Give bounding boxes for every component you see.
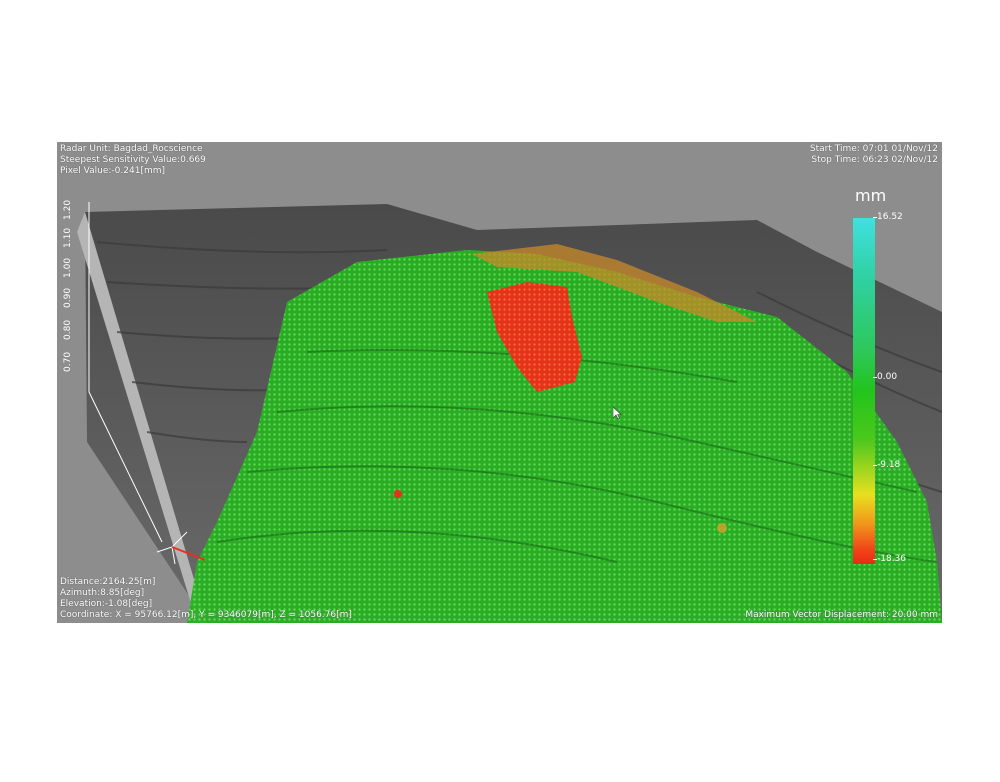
time-info-panel: Start Time: 07:01 01/Nov/12 Stop Time: 0… (810, 144, 938, 166)
azimuth-label: Azimuth:8.85[deg] (60, 588, 145, 598)
steepest-sensitivity-label: Steepest Sensitivity Value:0.669 (60, 155, 206, 165)
displacement-spot (717, 523, 727, 533)
radar-unit-label: Radar Unit: Bagdad_Rocscience (60, 144, 203, 154)
legend-min-label: -18.36 (872, 554, 907, 564)
terrain-scene[interactable] (57, 142, 942, 623)
distance-label: Distance:2164.25[m] (60, 577, 156, 587)
scale-label: 1.00 (63, 257, 73, 278)
legend-mid-negative-label: -9.18 (872, 460, 901, 470)
scale-label: 1.20 (63, 199, 73, 220)
scale-label: 0.70 (63, 351, 73, 372)
scale-label: 0.80 (63, 319, 73, 340)
pixel-value-label: Pixel Value:-0.241[mm] (60, 166, 165, 176)
scale-label: 1.10 (63, 227, 73, 248)
legend-zero-label: 0.00 (872, 372, 898, 382)
legend-color-bar (853, 218, 875, 564)
displacement-spot (394, 490, 402, 498)
coordinate-label: Coordinate: X = 95766.12[m], Y = 9346079… (60, 610, 352, 620)
stop-time-label: Stop Time: 06:23 02/Nov/12 (811, 155, 938, 165)
scale-label: 0.90 (63, 287, 73, 308)
mouse-pointer-icon (613, 407, 622, 420)
legend-max-label: 16.52 (873, 212, 903, 222)
start-time-label: Start Time: 07:01 01/Nov/12 (809, 144, 938, 154)
elevation-label: Elevation:-1.08[deg] (60, 599, 153, 609)
radar-3d-viewport[interactable]: 1.20 1.10 1.00 0.90 0.80 0.70 Radar Unit… (57, 142, 942, 623)
max-vector-label: Maximum Vector Displacement: 20.00 mm (745, 610, 938, 620)
location-info-panel: Distance:2164.25[m] Azimuth:8.85[deg] El… (60, 577, 352, 621)
legend-unit: mm (855, 186, 887, 205)
radar-info-panel: Radar Unit: Bagdad_Rocscience Steepest S… (60, 144, 206, 177)
